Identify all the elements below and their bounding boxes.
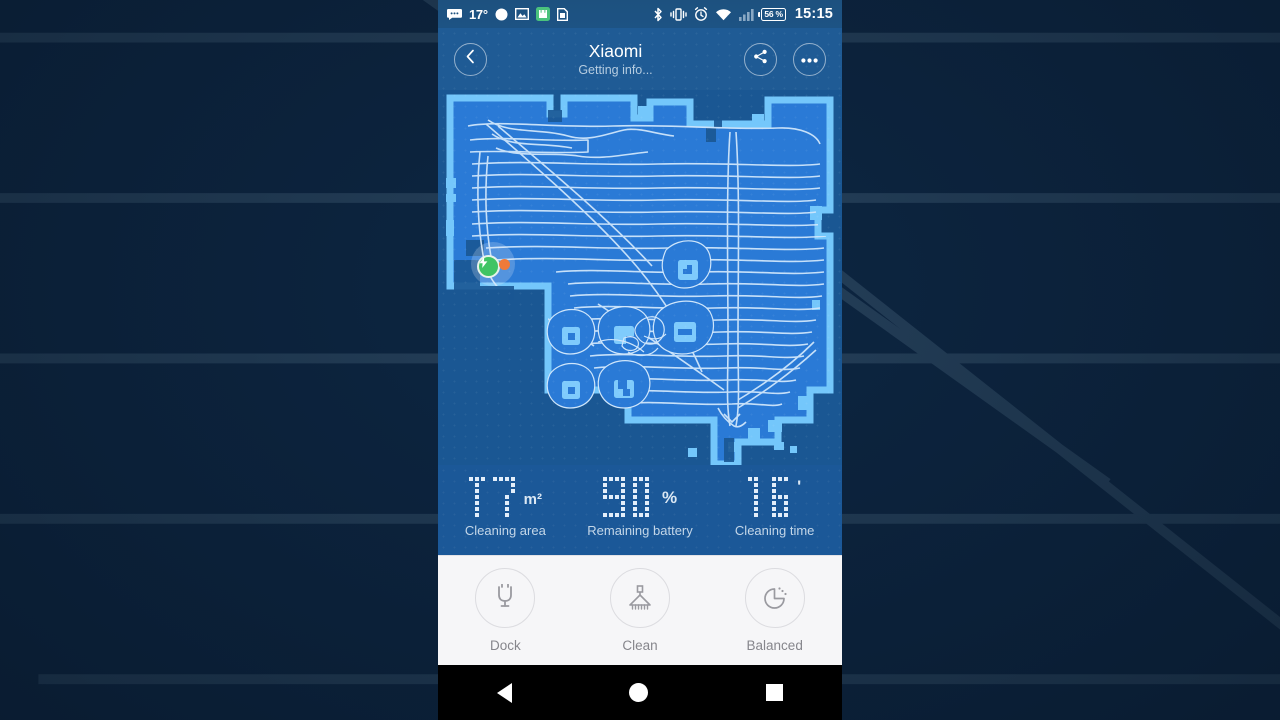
recents-nav-icon[interactable]	[766, 684, 784, 701]
obstacle-group	[546, 362, 596, 409]
more-options-icon	[801, 50, 818, 68]
plug-icon	[498, 584, 513, 607]
cleaning-map[interactable]	[438, 90, 842, 465]
dock-button-ring	[475, 568, 536, 628]
page-title: Xiaomi	[588, 40, 643, 61]
stat-label: Cleaning time	[734, 523, 815, 538]
obstacle-group	[597, 360, 651, 409]
stat-cleaning-time: ' Cleaning time	[707, 475, 842, 538]
share-icon	[753, 49, 768, 69]
fanspeed-icon	[764, 586, 787, 609]
back-button[interactable]	[454, 42, 487, 76]
bluetooth-icon	[653, 7, 663, 22]
stat-unit: m²	[523, 491, 542, 508]
vibrate-icon	[670, 7, 688, 21]
status-clock: 15:15	[794, 6, 833, 22]
sim-card-icon	[556, 7, 568, 21]
lcd-digits	[748, 477, 789, 517]
stat-cleaning-area: m² Cleaning area	[438, 475, 573, 538]
wifi-icon	[715, 8, 732, 21]
lightning-bolt-icon	[479, 257, 488, 268]
stat-label: Cleaning area	[464, 523, 546, 538]
temperature-indicator: 17°	[469, 6, 488, 22]
cellular-signal-icon	[739, 8, 754, 21]
fanspeed-button[interactable]: Balanced	[707, 568, 842, 653]
stat-remaining-battery: % Remaining battery	[573, 475, 708, 538]
android-nav-bar	[438, 665, 842, 720]
stat-label: Remaining battery	[587, 523, 693, 538]
lcd-value-group: %	[573, 475, 708, 517]
stats-row: m² Cleaning area % Remaining battery ' C…	[438, 465, 842, 555]
stat-unit: %	[661, 488, 678, 507]
alarm-icon	[694, 7, 708, 21]
battery-indicator: 56 %	[758, 7, 786, 21]
lcd-digits	[468, 477, 515, 517]
dock-button[interactable]: Dock	[438, 568, 573, 653]
share-button[interactable]	[744, 42, 777, 76]
moon-icon	[495, 8, 508, 21]
lcd-value-group: m²	[438, 475, 573, 517]
obstacle-group	[597, 306, 651, 355]
mihome-icon	[535, 7, 550, 21]
dock-button-label: Dock	[489, 638, 521, 653]
obstacle-group	[661, 240, 712, 289]
fanspeed-button-label: Balanced	[746, 638, 803, 653]
phone-screen: 17° 56 % 15:15 Xiaomi Getting info... m²…	[438, 0, 842, 720]
lcd-digits	[602, 477, 649, 517]
lcd-value-group: '	[707, 475, 842, 517]
clean-button[interactable]: Clean	[573, 568, 708, 653]
title-block: Xiaomi Getting info...	[487, 41, 744, 78]
app-bar: Xiaomi Getting info...	[438, 28, 842, 90]
obstacle-group	[546, 308, 596, 355]
back-nav-icon[interactable]	[496, 682, 512, 703]
obstacle-group	[652, 300, 715, 355]
action-bar: Dock Clean Balanced	[438, 555, 842, 665]
chevron-left-icon	[465, 49, 476, 69]
broom-icon	[629, 585, 651, 610]
clean-button-label: Clean	[622, 638, 658, 653]
charging-dock-marker[interactable]	[477, 255, 500, 278]
more-options-button[interactable]	[793, 42, 826, 76]
fanspeed-button-ring	[744, 568, 805, 628]
messages-icon	[447, 8, 462, 20]
home-nav-icon[interactable]	[629, 683, 649, 702]
page-subtitle: Getting info...	[578, 62, 653, 77]
status-bar: 17° 56 % 15:15	[438, 0, 842, 28]
screenshot-icon	[514, 7, 529, 21]
clean-button-ring	[610, 568, 670, 628]
robot-position-marker[interactable]	[499, 259, 510, 270]
stat-unit: '	[797, 477, 802, 496]
